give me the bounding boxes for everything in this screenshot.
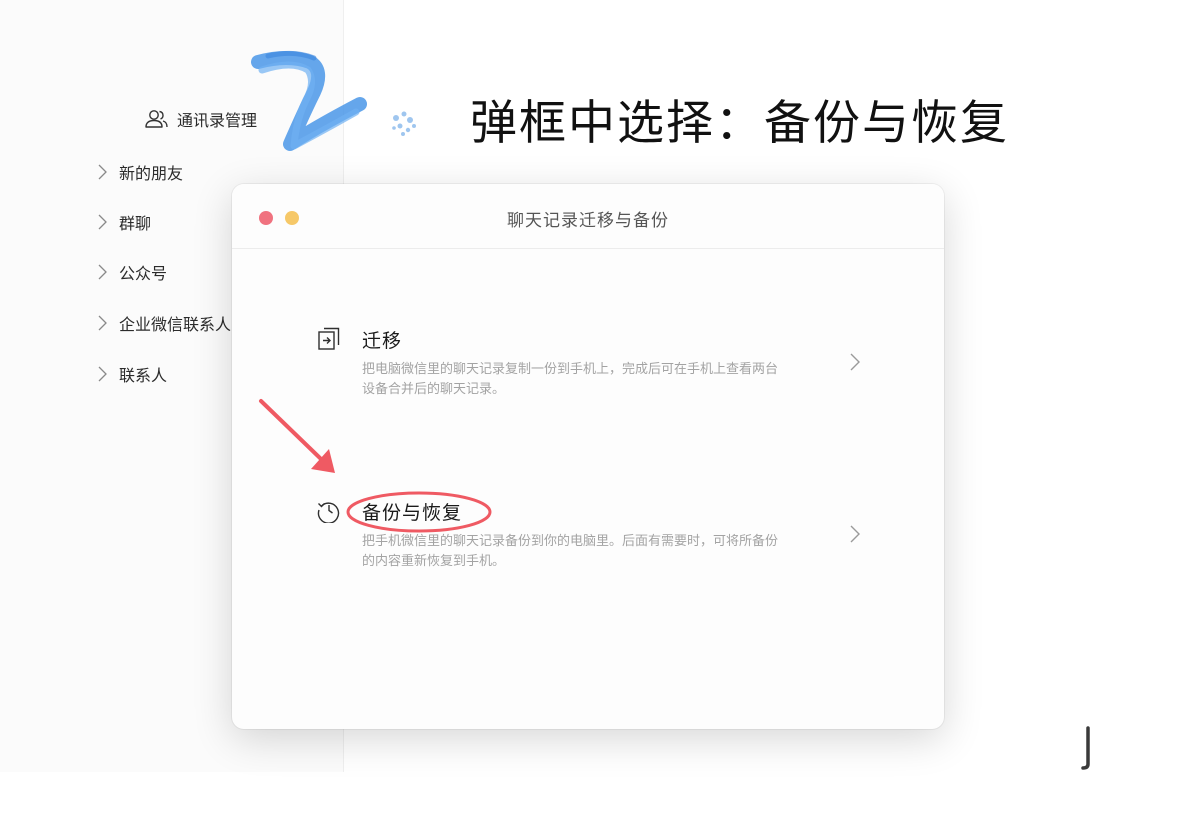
chevron-right-icon [93,262,113,282]
chevron-right-icon [93,162,113,182]
dialog-titlebar: 聊天记录迁移与备份 [232,184,944,249]
history-clock-icon [317,502,340,523]
sidebar-item-wecom-contacts[interactable]: 企业微信联系人 [93,309,231,337]
chevron-right-icon [93,212,113,232]
chevron-right-icon [93,313,113,333]
brush-number-decoration [251,50,367,151]
sidebar-item-contacts[interactable]: 联系人 [93,360,167,388]
sidebar-item-label: 群聊 [119,214,152,233]
sidebar-item-new-friends[interactable]: 新的朋友 [93,158,183,186]
pointer-arrow-annotation [259,399,335,473]
sidebar-item-label: 联系人 [119,366,168,385]
chevron-right-icon [850,353,860,371]
contacts-icon [143,108,169,130]
sidebar-item-group-chats[interactable]: 群聊 [93,208,151,236]
contacts-manage-header[interactable]: 通讯录管理 [143,106,257,132]
chevron-right-icon [93,364,113,384]
brush-dots-decoration [392,111,416,136]
dialog-title: 聊天记录迁移与备份 [507,211,669,231]
backup-restore-option[interactable]: 备份与恢复 把手机微信里的聊天记录备份到你的电脑里。后面有需要时，可将所备份的内… [232,486,944,606]
backup-restore-description: 把手机微信里的聊天记录备份到你的电脑里。后面有需要时，可将所备份的内容重新恢复到… [362,534,779,569]
sidebar-item-official-accounts[interactable]: 公众号 [93,258,167,286]
chevron-right-icon [850,525,860,543]
tutorial-headline: 弹框中选择：备份与恢复 [470,96,1009,151]
migrate-icon [318,327,340,350]
corner-mark-decoration [1081,726,1090,770]
highlight-ellipse-annotation [346,491,492,533]
sidebar-item-label: 公众号 [119,264,168,283]
migrate-description: 把电脑微信里的聊天记录复制一份到手机上，完成后可在手机上查看两台设备合并后的聊天… [362,362,779,397]
contacts-manage-label: 通讯录管理 [177,111,258,130]
sidebar-item-label: 企业微信联系人 [119,315,232,334]
migrate-title: 迁移 [362,330,403,352]
sidebar-item-label: 新的朋友 [119,164,184,183]
